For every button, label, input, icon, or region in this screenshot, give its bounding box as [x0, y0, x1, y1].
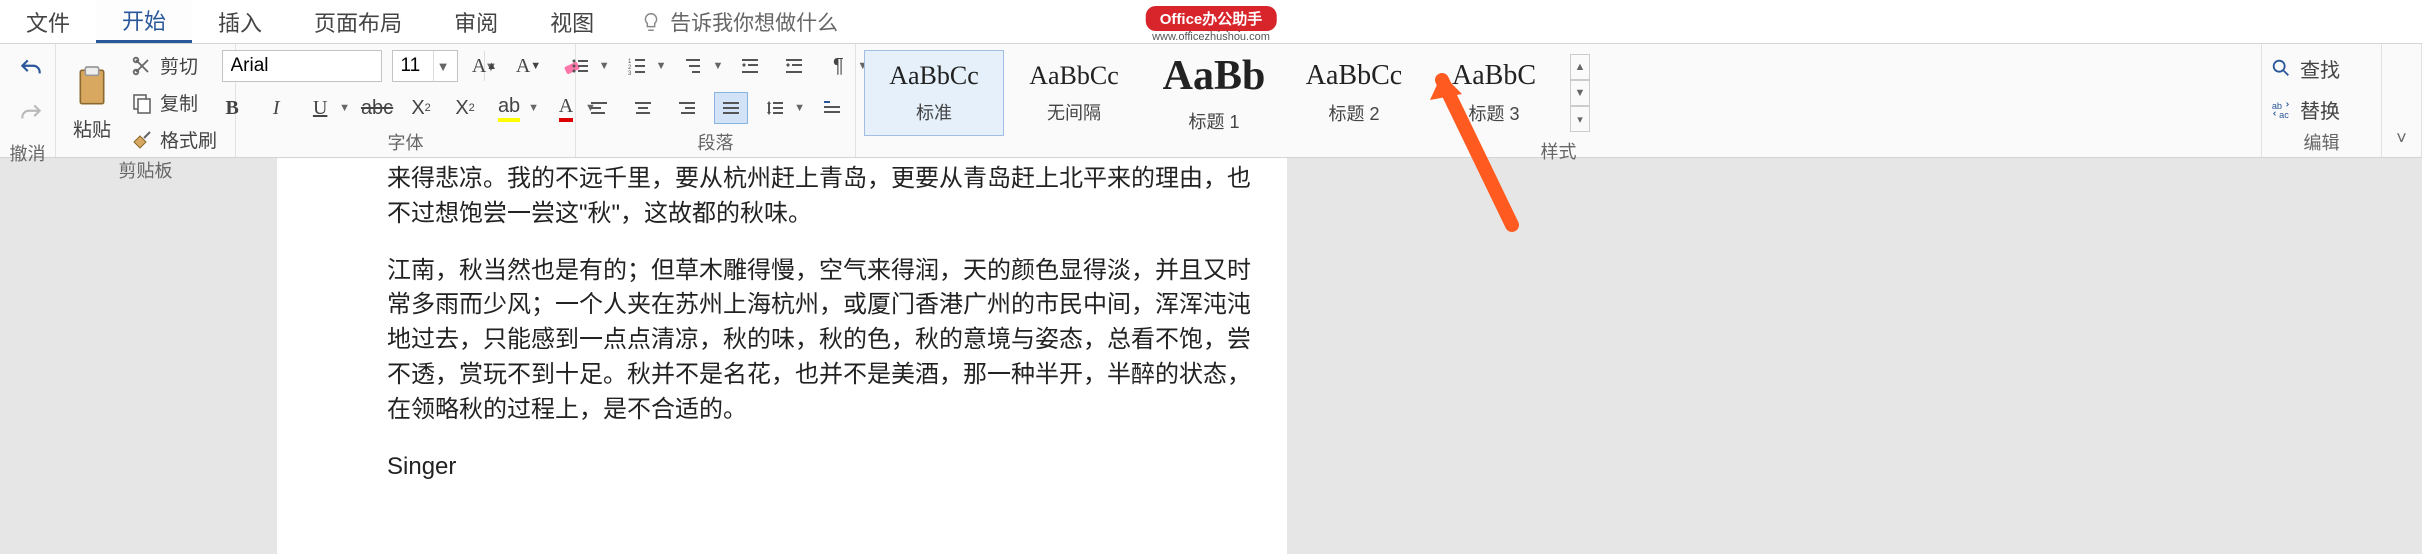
chevron-down-icon[interactable]: ▼: [794, 102, 805, 114]
style-heading3[interactable]: AaBbC 标题 3: [1424, 50, 1564, 136]
tell-me-search[interactable]: 告诉我你想做什么: [620, 0, 838, 43]
svg-text:ac: ac: [2279, 110, 2289, 120]
font-name-combo[interactable]: ▼: [222, 50, 382, 82]
chevron-down-icon[interactable]: ▼: [339, 102, 350, 114]
chevron-down-icon[interactable]: ▼: [713, 60, 724, 72]
page-gutter-left: [0, 158, 277, 554]
strikethrough-button[interactable]: abc: [360, 92, 394, 124]
align-left-button[interactable]: [582, 92, 616, 124]
font-size-input[interactable]: [393, 55, 433, 77]
font-size-combo[interactable]: ▼: [392, 50, 458, 82]
line-spacing-button[interactable]: [758, 92, 792, 124]
chevron-down-icon[interactable]: ▼: [656, 60, 667, 72]
underline-button[interactable]: U: [303, 92, 337, 124]
redo-button[interactable]: [18, 101, 44, 132]
tab-layout[interactable]: 页面布局: [288, 0, 428, 43]
group-label-undo: 撤消: [8, 138, 47, 166]
grow-font-button[interactable]: A▲: [468, 50, 502, 82]
superscript-button[interactable]: X2: [448, 92, 482, 124]
group-label-paragraph: 段落: [584, 127, 847, 155]
tell-me-label: 告诉我你想做什么: [670, 7, 838, 37]
tab-review[interactable]: 审阅: [428, 0, 524, 43]
format-painter-button[interactable]: 格式刷: [126, 124, 221, 155]
expand-icon[interactable]: ▾: [1570, 106, 1590, 132]
tab-view[interactable]: 视图: [524, 0, 620, 43]
replace-button[interactable]: abac 替换: [2270, 95, 2340, 124]
tab-home[interactable]: 开始: [96, 0, 192, 43]
decrease-indent-button[interactable]: [733, 50, 767, 82]
document-page[interactable]: 来得悲凉。我的不远千里，要从杭州赶上青岛，更要从青岛赶上北平来的理由，也不过想饱…: [277, 158, 1287, 554]
ribbon-collapse-button[interactable]: ˅: [2396, 128, 2407, 155]
replace-icon: abac: [2270, 98, 2292, 120]
group-label-clipboard: 剪贴板: [64, 155, 227, 183]
svg-text:3: 3: [628, 71, 632, 76]
paste-label: 粘贴: [73, 115, 111, 142]
group-label-editing: 编辑: [2270, 127, 2373, 155]
chevron-down-icon[interactable]: ▼: [528, 102, 539, 114]
group-label-font: 字体: [244, 127, 567, 155]
copy-icon: [130, 91, 154, 115]
style-heading2[interactable]: AaBbCc 标题 2: [1284, 50, 1424, 136]
paragraph-text: 来得悲凉。我的不远千里，要从杭州赶上青岛，更要从青岛赶上北平来的理由，也不过想饱…: [387, 162, 1257, 232]
bold-button[interactable]: B: [215, 92, 249, 124]
paragraph-text: Singer: [387, 450, 1257, 485]
style-heading1[interactable]: AaBb 标题 1: [1144, 50, 1284, 136]
paste-button[interactable]: 粘贴: [64, 59, 120, 146]
lightbulb-icon: [640, 11, 662, 33]
paragraph-text: 江南，秋当然也是有的；但草木雕得慢，空气来得润，天的颜色显得淡，并且又时常多雨而…: [387, 254, 1257, 428]
brush-icon: [130, 128, 154, 152]
subscript-button[interactable]: X2: [404, 92, 438, 124]
align-right-button[interactable]: [670, 92, 704, 124]
special-indent-button[interactable]: [815, 92, 849, 124]
bullets-button[interactable]: [563, 50, 597, 82]
align-center-button[interactable]: [626, 92, 660, 124]
page-gutter-right: [1287, 158, 2422, 554]
increase-indent-button[interactable]: [777, 50, 811, 82]
chevron-down-icon[interactable]: ▼: [1570, 80, 1590, 106]
tab-file[interactable]: 文件: [0, 0, 96, 43]
cut-button[interactable]: 剪切: [126, 50, 221, 81]
style-normal[interactable]: AaBbCc 标准: [864, 50, 1004, 136]
styles-gallery-more[interactable]: ▲ ▼ ▾: [1570, 54, 1590, 132]
justify-button[interactable]: [714, 92, 748, 124]
style-no-spacing[interactable]: AaBbCc 无间隔: [1004, 50, 1144, 136]
find-button[interactable]: 查找: [2270, 54, 2340, 83]
scissors-icon: [130, 54, 154, 78]
group-label-styles: 样式: [864, 136, 2253, 164]
italic-button[interactable]: I: [259, 92, 293, 124]
tab-insert[interactable]: 插入: [192, 0, 288, 43]
multilevel-list-button[interactable]: [677, 50, 711, 82]
chevron-down-icon[interactable]: ▼: [599, 60, 610, 72]
text-direction-button[interactable]: ¶: [821, 50, 855, 82]
search-icon: [2270, 57, 2292, 79]
numbering-button[interactable]: 123: [620, 50, 654, 82]
shrink-font-button[interactable]: A▼: [512, 50, 546, 82]
clipboard-icon: [72, 63, 112, 111]
chevron-down-icon[interactable]: ▼: [433, 51, 453, 81]
copy-button[interactable]: 复制: [126, 87, 221, 118]
highlight-button[interactable]: ab: [492, 92, 526, 124]
chevron-up-icon[interactable]: ▲: [1570, 54, 1590, 80]
undo-button[interactable]: [18, 56, 44, 87]
